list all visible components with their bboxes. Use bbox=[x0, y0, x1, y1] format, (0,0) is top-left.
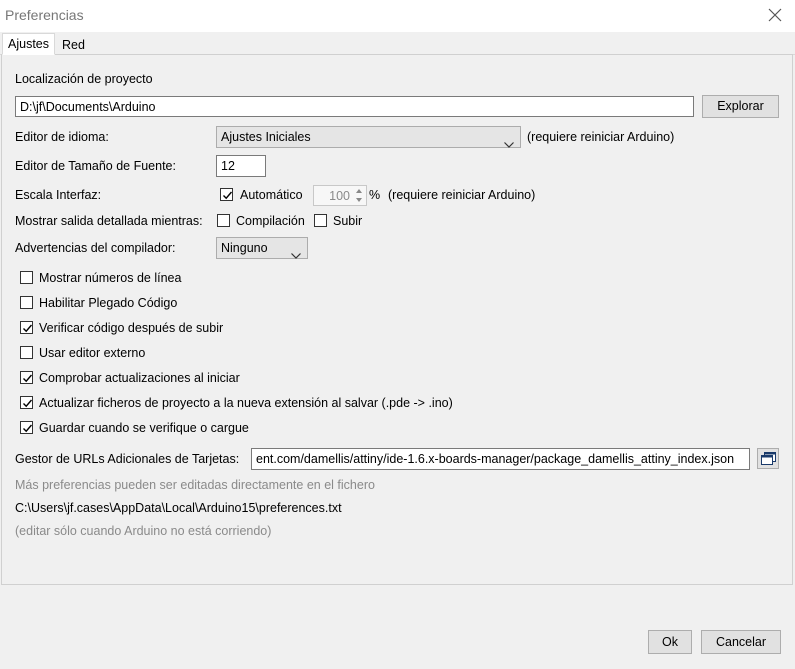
warnings-label: Advertencias del compilador: bbox=[15, 241, 176, 255]
scale-restart-note: (requiere reiniciar Arduino) bbox=[388, 188, 536, 202]
font-size-label: Editor de Tamaño de Fuente: bbox=[15, 159, 176, 173]
tab-red[interactable]: Red bbox=[57, 35, 90, 55]
option-line-numbers-label: Mostrar números de línea bbox=[39, 271, 182, 285]
ok-button[interactable]: Ok bbox=[648, 630, 692, 654]
preferences-file-path: C:\Users\jf.cases\AppData\Local\Arduino1… bbox=[15, 501, 342, 515]
close-icon[interactable] bbox=[764, 4, 786, 26]
option-save-on-verify-checkbox[interactable] bbox=[20, 421, 33, 434]
tab-ajustes[interactable]: Ajustes bbox=[2, 33, 55, 55]
font-size-input[interactable]: 12 bbox=[216, 155, 266, 177]
warnings-select[interactable]: Ninguno bbox=[216, 237, 308, 259]
verbose-compile-checkbox[interactable] bbox=[217, 214, 230, 227]
title-bar: Preferencias bbox=[0, 0, 795, 32]
option-code-folding-label: Habilitar Plegado Código bbox=[39, 296, 178, 310]
option-check-updates-label: Comprobar actualizaciones al iniciar bbox=[39, 371, 240, 385]
option-external-editor-checkbox[interactable] bbox=[20, 346, 33, 359]
sketchbook-label: Localización de proyecto bbox=[15, 72, 153, 86]
language-select[interactable]: Ajustes Iniciales bbox=[216, 126, 521, 148]
boards-url-label: Gestor de URLs Adicionales de Tarjetas: bbox=[15, 452, 240, 466]
language-restart-note: (requiere reiniciar Arduino) bbox=[527, 130, 675, 144]
preferences-window: Preferencias Ajustes Red Localización de… bbox=[0, 0, 795, 669]
window-list-icon bbox=[761, 452, 776, 468]
option-save-on-verify-label: Guardar cuando se verifique o cargue bbox=[39, 421, 249, 435]
chevron-down-icon bbox=[504, 134, 514, 154]
verbose-upload-checkbox[interactable] bbox=[314, 214, 327, 227]
option-code-folding-checkbox[interactable] bbox=[20, 296, 33, 309]
option-verify-after-upload-label: Verificar código después de subir bbox=[39, 321, 224, 335]
language-select-value: Ajustes Iniciales bbox=[221, 130, 311, 144]
boards-url-input[interactable]: ent.com/damellis/attiny/ide-1.6.x-boards… bbox=[251, 448, 750, 470]
language-label: Editor de idioma: bbox=[15, 130, 109, 144]
tab-strip bbox=[0, 32, 795, 55]
more-preferences-note: Más preferencias pueden ser editadas dir… bbox=[15, 478, 375, 492]
option-external-editor-label: Usar editor externo bbox=[39, 346, 146, 360]
chevron-down-icon bbox=[291, 245, 301, 265]
scale-unit: % bbox=[369, 188, 381, 202]
option-verify-after-upload-checkbox[interactable] bbox=[20, 321, 33, 334]
option-update-extension-checkbox[interactable] bbox=[20, 396, 33, 409]
spinner-arrows-icon[interactable] bbox=[353, 186, 365, 208]
sketchbook-path-input[interactable]: D:\jf\Documents\Arduino bbox=[15, 96, 694, 117]
cancel-button[interactable]: Cancelar bbox=[701, 630, 781, 654]
verbose-compile-label: Compilación bbox=[236, 214, 305, 228]
open-url-list-button[interactable] bbox=[757, 448, 779, 469]
scale-auto-label: Automático bbox=[240, 188, 303, 202]
warnings-select-value: Ninguno bbox=[221, 241, 268, 255]
scale-auto-checkbox[interactable] bbox=[220, 188, 233, 201]
edit-warning-note: (editar sólo cuando Arduino no está corr… bbox=[15, 524, 272, 538]
scale-label: Escala Interfaz: bbox=[15, 188, 102, 202]
verbose-label: Mostrar salida detallada mientras: bbox=[15, 214, 203, 228]
option-update-extension-label: Actualizar ficheros de proyecto a la nue… bbox=[39, 396, 453, 410]
option-line-numbers-checkbox[interactable] bbox=[20, 271, 33, 284]
option-check-updates-checkbox[interactable] bbox=[20, 371, 33, 384]
verbose-upload-label: Subir bbox=[333, 214, 363, 228]
window-title: Preferencias bbox=[5, 7, 84, 23]
browse-button[interactable]: Explorar bbox=[702, 95, 779, 118]
